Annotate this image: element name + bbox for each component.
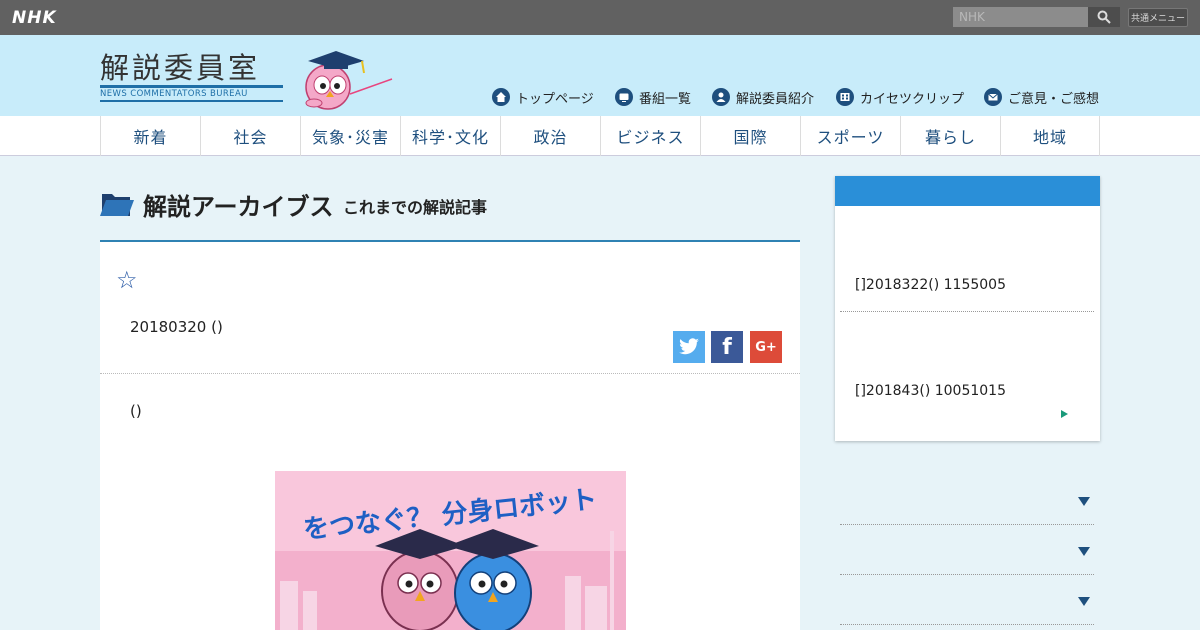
nav-top-page[interactable]: トップページ [492,87,594,107]
facebook-share-button[interactable]: f [711,331,743,363]
film-icon [836,88,854,106]
sidebar-accordion-divider [840,524,1094,525]
twitter-icon [679,338,699,355]
sidebar-header [835,176,1100,206]
nhk-logo[interactable]: NHK [12,8,57,28]
sidebar-accordion-divider [840,624,1094,625]
category-tab[interactable]: 政治 [500,116,600,156]
home-icon [492,88,510,106]
nhk-topbar: NHK 共通メニュー [0,0,1200,35]
nav-program-list[interactable]: 番組一覧 [615,87,691,107]
article-divider [100,373,800,374]
article-lead: () [130,402,142,420]
article-card: ☆ 20180320 () f G+ () をつなぐ？ 分身ロボット [100,242,800,630]
sidebar-accordion-divider [840,574,1094,575]
category-tab[interactable]: 国際 [700,116,800,156]
article-title: ☆ [116,266,138,294]
nav-kaisetsu-clip[interactable]: カイセツクリップ [836,87,964,107]
person-icon [712,88,730,106]
chevron-down-icon[interactable] [1078,597,1090,606]
search-input[interactable] [953,7,1088,27]
category-tab[interactable]: 暮らし [900,116,1000,156]
common-menu-button[interactable]: 共通メニュー [1128,8,1188,27]
sidebar-item[interactable]: []2018322() 1155005 [855,277,1006,293]
more-arrow-icon[interactable] [1061,410,1068,418]
chevron-down-icon[interactable] [1078,547,1090,556]
nav-label: ご意見・ご感想 [1008,91,1100,107]
sidebar-item[interactable]: []201843() 10051015 [855,383,1006,399]
category-nav: 新着 社会 気象･災害 科学･文化 政治 ビジネス 国際 スポーツ 暮らし 地域 [0,116,1200,156]
google-plus-share-button[interactable]: G+ [750,331,782,363]
nav-label: 番組一覧 [639,91,692,107]
nav-label: トップページ [516,91,594,107]
category-tab[interactable]: 新着 [100,116,200,156]
nav-feedback[interactable]: ご意見・ご感想 [984,87,1099,107]
sidebar-box: []2018322() 1155005 []201843() 10051015 [835,176,1100,441]
archive-subtitle: これまでの解説記事 [343,198,488,217]
tv-icon [615,88,633,106]
category-tab[interactable]: ビジネス [600,116,700,156]
site-header: 解説委員室 NEWS COMMENTATORS BUREAU トップページ 番組… [0,35,1200,116]
title-rule [100,85,283,88]
nav-label: 解説委員紹介 [736,91,815,107]
nav-label: カイセツクリップ [860,91,965,107]
search-button[interactable] [1088,7,1120,27]
site-subtitle: NEWS COMMENTATORS BUREAU [100,89,248,99]
nav-commentators[interactable]: 解説委員紹介 [712,87,814,107]
facebook-icon: f [722,334,732,360]
twitter-share-button[interactable] [673,331,705,363]
category-tab[interactable]: 地域 [1000,116,1100,156]
article-illustration: をつなぐ？ 分身ロボット [275,471,626,630]
title-rule [100,100,283,102]
category-tab[interactable]: 社会 [200,116,300,156]
folder-icon [100,194,134,216]
category-tab[interactable]: 気象･災害 [300,116,400,156]
site-title[interactable]: 解説委員室 [100,45,260,87]
category-tab[interactable]: 科学･文化 [400,116,500,156]
owl-mascot-image [305,51,393,110]
article-date: 20180320 () [130,318,223,336]
mail-icon [984,88,1002,106]
sidebar-divider [840,311,1094,312]
chevron-down-icon[interactable] [1078,497,1090,506]
category-tab[interactable]: スポーツ [800,116,900,156]
google-plus-icon: G+ [755,339,777,355]
archive-title: 解説アーカイブス [143,193,334,221]
search-icon [1097,10,1111,24]
